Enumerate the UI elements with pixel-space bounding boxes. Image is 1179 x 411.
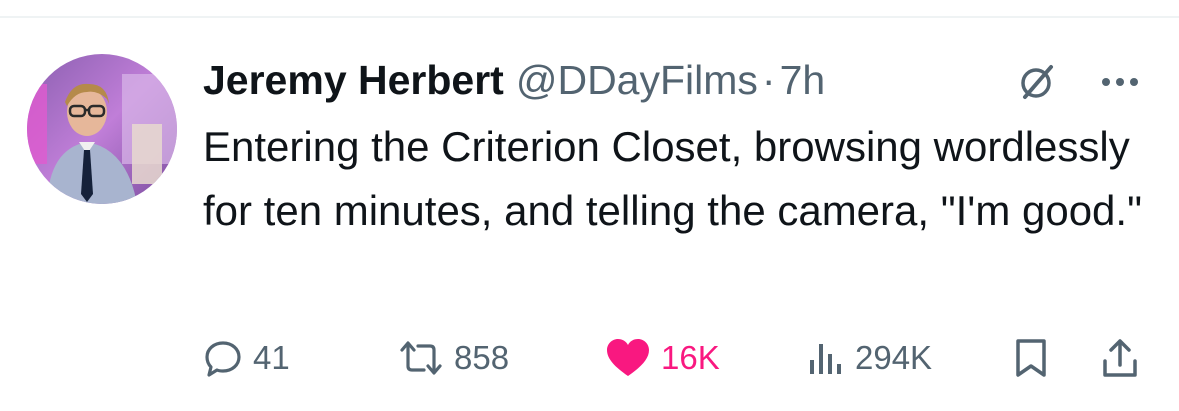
reply-icon bbox=[205, 341, 241, 377]
reply-count: 41 bbox=[253, 339, 290, 376]
like-button[interactable]: 16K bbox=[605, 330, 720, 386]
avatar[interactable] bbox=[27, 54, 177, 204]
top-divider bbox=[0, 16, 1179, 18]
author-handle[interactable]: @DDayFilms bbox=[516, 55, 758, 105]
grok-icon[interactable] bbox=[1017, 62, 1057, 102]
tweet-actions: 41 858 16K 294K bbox=[203, 330, 1153, 386]
repost-icon bbox=[400, 341, 442, 375]
repost-button[interactable]: 858 bbox=[398, 330, 509, 386]
avatar-image bbox=[27, 54, 177, 204]
author-display-name[interactable]: Jeremy Herbert bbox=[203, 55, 504, 105]
share-button[interactable] bbox=[1100, 330, 1140, 386]
bookmark-icon bbox=[1016, 339, 1046, 377]
views-count: 294K bbox=[855, 339, 933, 376]
like-icon bbox=[607, 339, 649, 376]
bookmark-button[interactable] bbox=[1013, 330, 1049, 386]
tweet-text: Entering the Criterion Closet, browsing … bbox=[203, 123, 1142, 234]
views-button[interactable]: 294K bbox=[805, 330, 932, 386]
like-count: 16K bbox=[661, 339, 720, 376]
share-icon bbox=[1103, 339, 1137, 377]
header-separator: · bbox=[761, 57, 776, 103]
tweet-header: Jeremy Herbert @DDayFilms · 7h bbox=[203, 55, 825, 105]
repost-count: 858 bbox=[454, 339, 510, 376]
views-icon bbox=[810, 344, 841, 374]
timestamp[interactable]: 7h bbox=[780, 55, 826, 105]
reply-button[interactable]: 41 bbox=[203, 330, 290, 386]
more-icon[interactable] bbox=[1098, 64, 1142, 100]
